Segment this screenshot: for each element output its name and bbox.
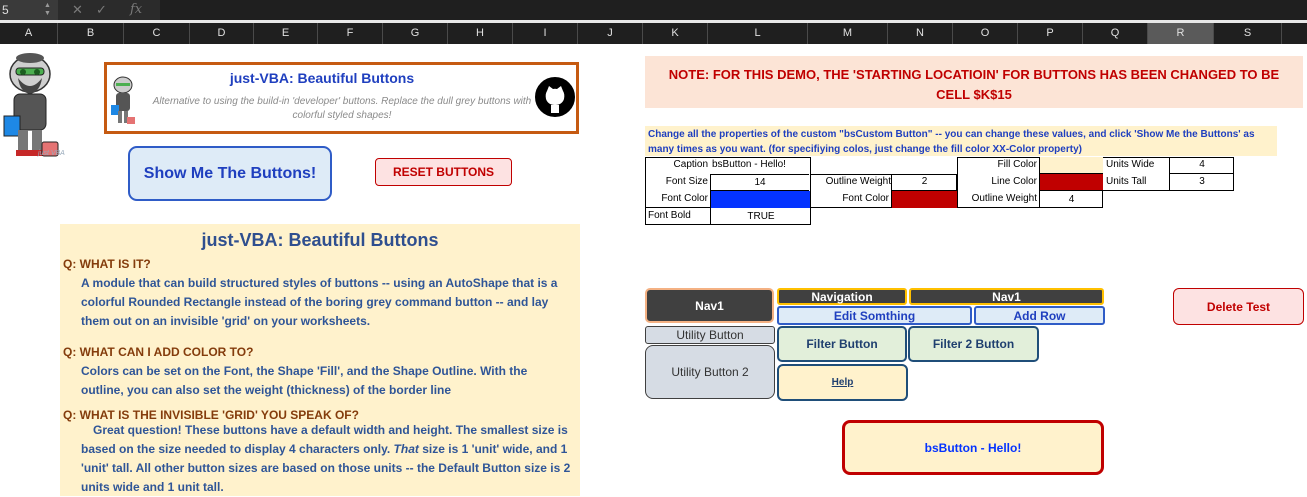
font-color-swatch[interactable] [710, 191, 810, 208]
answer-3: Great question! These buttons have a def… [81, 421, 579, 497]
units-wide-label: Units Wide [1106, 159, 1155, 170]
note-banner: NOTE: FOR THIS DEMO, THE 'STARTING LOCAT… [645, 56, 1303, 108]
fill-color-swatch[interactable] [1039, 157, 1103, 174]
add-row-button[interactable]: Add Row [974, 306, 1105, 325]
cancel-icon[interactable]: ✕ [72, 0, 83, 20]
reset-buttons-button[interactable]: RESET BUTTONS [375, 158, 512, 186]
column-header-r[interactable]: R [1148, 23, 1214, 44]
font-color-label: Font Color [661, 193, 708, 204]
column-header-e[interactable]: E [254, 23, 318, 44]
font-color2-swatch[interactable] [891, 191, 957, 208]
column-header-k[interactable]: K [643, 23, 708, 44]
column-header-p[interactable]: P [1018, 23, 1083, 44]
outline-weight-label: Outline Weight [825, 176, 891, 187]
units-tall-value[interactable]: 3 [1169, 174, 1234, 191]
header-title: just-VBA: Beautiful Buttons [229, 70, 415, 86]
column-header-s[interactable]: S [1214, 23, 1282, 44]
column-header-g[interactable]: G [383, 23, 448, 44]
edit-something-button[interactable]: Edit Somthing [777, 306, 972, 325]
units-tall-label: Units Tall [1106, 176, 1147, 187]
filter-2-button[interactable]: Filter 2 Button [908, 326, 1039, 362]
fill-color-label: Fill Color [997, 159, 1037, 170]
question-3: Q: WHAT IS THE INVISIBLE 'GRID' YOU SPEA… [63, 408, 359, 422]
info-panel: just-VBA: Beautiful Buttons Q: WHAT IS I… [60, 224, 580, 496]
note-text: NOTE: FOR THIS DEMO, THE 'STARTING LOCAT… [668, 67, 1280, 102]
instructions-text: Change all the properties of the custom … [645, 126, 1277, 156]
custom-button[interactable]: bsButton - Hello! [842, 420, 1104, 475]
nav1-button[interactable]: Nav1 [645, 288, 774, 323]
column-header-q[interactable]: Q [1083, 23, 1148, 44]
column-header-m[interactable]: M [808, 23, 888, 44]
show-buttons-button[interactable]: Show Me The Buttons! [128, 146, 332, 201]
answer-1: A module that can build structured style… [81, 276, 558, 328]
question-1: Q: WHAT IS IT? [63, 257, 151, 271]
github-icon[interactable] [535, 77, 575, 117]
font-size-value[interactable]: 14 [710, 174, 809, 191]
header-box: just-VBA: Beautiful Buttons Alternative … [104, 62, 579, 134]
column-header-o[interactable]: O [953, 23, 1018, 44]
nav1b-button[interactable]: Nav1 [909, 288, 1104, 305]
caption-value[interactable]: bsButton - Hello! [712, 159, 786, 170]
column-header-l[interactable]: L [708, 23, 808, 44]
column-header-n[interactable]: N [888, 23, 953, 44]
font-color2-label: Font Color [842, 193, 889, 204]
navigation-button[interactable]: Navigation [777, 288, 907, 305]
properties-grid: Caption bsButton - Hello! Font Size 14 F… [645, 157, 1235, 227]
mascot-logo: just VBA [0, 46, 65, 164]
question-2: Q: WHAT CAN I ADD COLOR TO? [63, 345, 254, 359]
info-title: just-VBA: Beautiful Buttons [201, 230, 439, 250]
outline-weight2-value[interactable]: 4 [1039, 191, 1103, 208]
column-header-c[interactable]: C [124, 23, 190, 44]
mascot-caption: just VBA [38, 150, 65, 157]
caption-label: Caption [673, 159, 708, 170]
help-button[interactable]: Help [777, 364, 908, 401]
font-bold-label: Font Bold [648, 210, 691, 221]
font-size-label: Font Size [665, 176, 708, 187]
name-box-spinner-icon[interactable]: ▲ ▼ [44, 2, 51, 18]
line-color-swatch[interactable] [1039, 174, 1103, 191]
delete-test-button[interactable]: Delete Test [1173, 288, 1304, 325]
header-subtitle: Alternative to using the build-in 'devel… [152, 96, 532, 121]
outline-weight-value[interactable]: 2 [891, 174, 957, 191]
line-color-label: Line Color [991, 176, 1037, 187]
units-wide-value[interactable]: 4 [1169, 157, 1234, 174]
fx-icon[interactable]: fx [130, 0, 142, 20]
column-header-b[interactable]: B [58, 23, 124, 44]
formula-bar: 5 ▲ ▼ ✕ ✓ fx [0, 0, 1307, 20]
outline-weight2-label: Outline Weight [971, 193, 1037, 204]
answer-2: Colors can be set on the Font, the Shape… [81, 364, 528, 397]
font-bold-value[interactable]: TRUE [710, 208, 811, 225]
column-header-h[interactable]: H [448, 23, 513, 44]
formula-input[interactable] [160, 0, 1307, 20]
filter-button[interactable]: Filter Button [777, 326, 907, 362]
column-header-a[interactable]: A [0, 23, 58, 44]
utility-button-2[interactable]: Utility Button 2 [645, 345, 775, 399]
confirm-icon[interactable]: ✓ [96, 0, 107, 20]
column-header-row: ABCDEFGHIJKLMNOPQRS [0, 20, 1307, 44]
column-header-d[interactable]: D [190, 23, 254, 44]
answer-3-emphasis: That [393, 442, 419, 456]
column-header-f[interactable]: F [318, 23, 383, 44]
utility-button[interactable]: Utility Button [645, 326, 775, 344]
column-header-i[interactable]: I [513, 23, 578, 44]
column-header-j[interactable]: J [578, 23, 643, 44]
